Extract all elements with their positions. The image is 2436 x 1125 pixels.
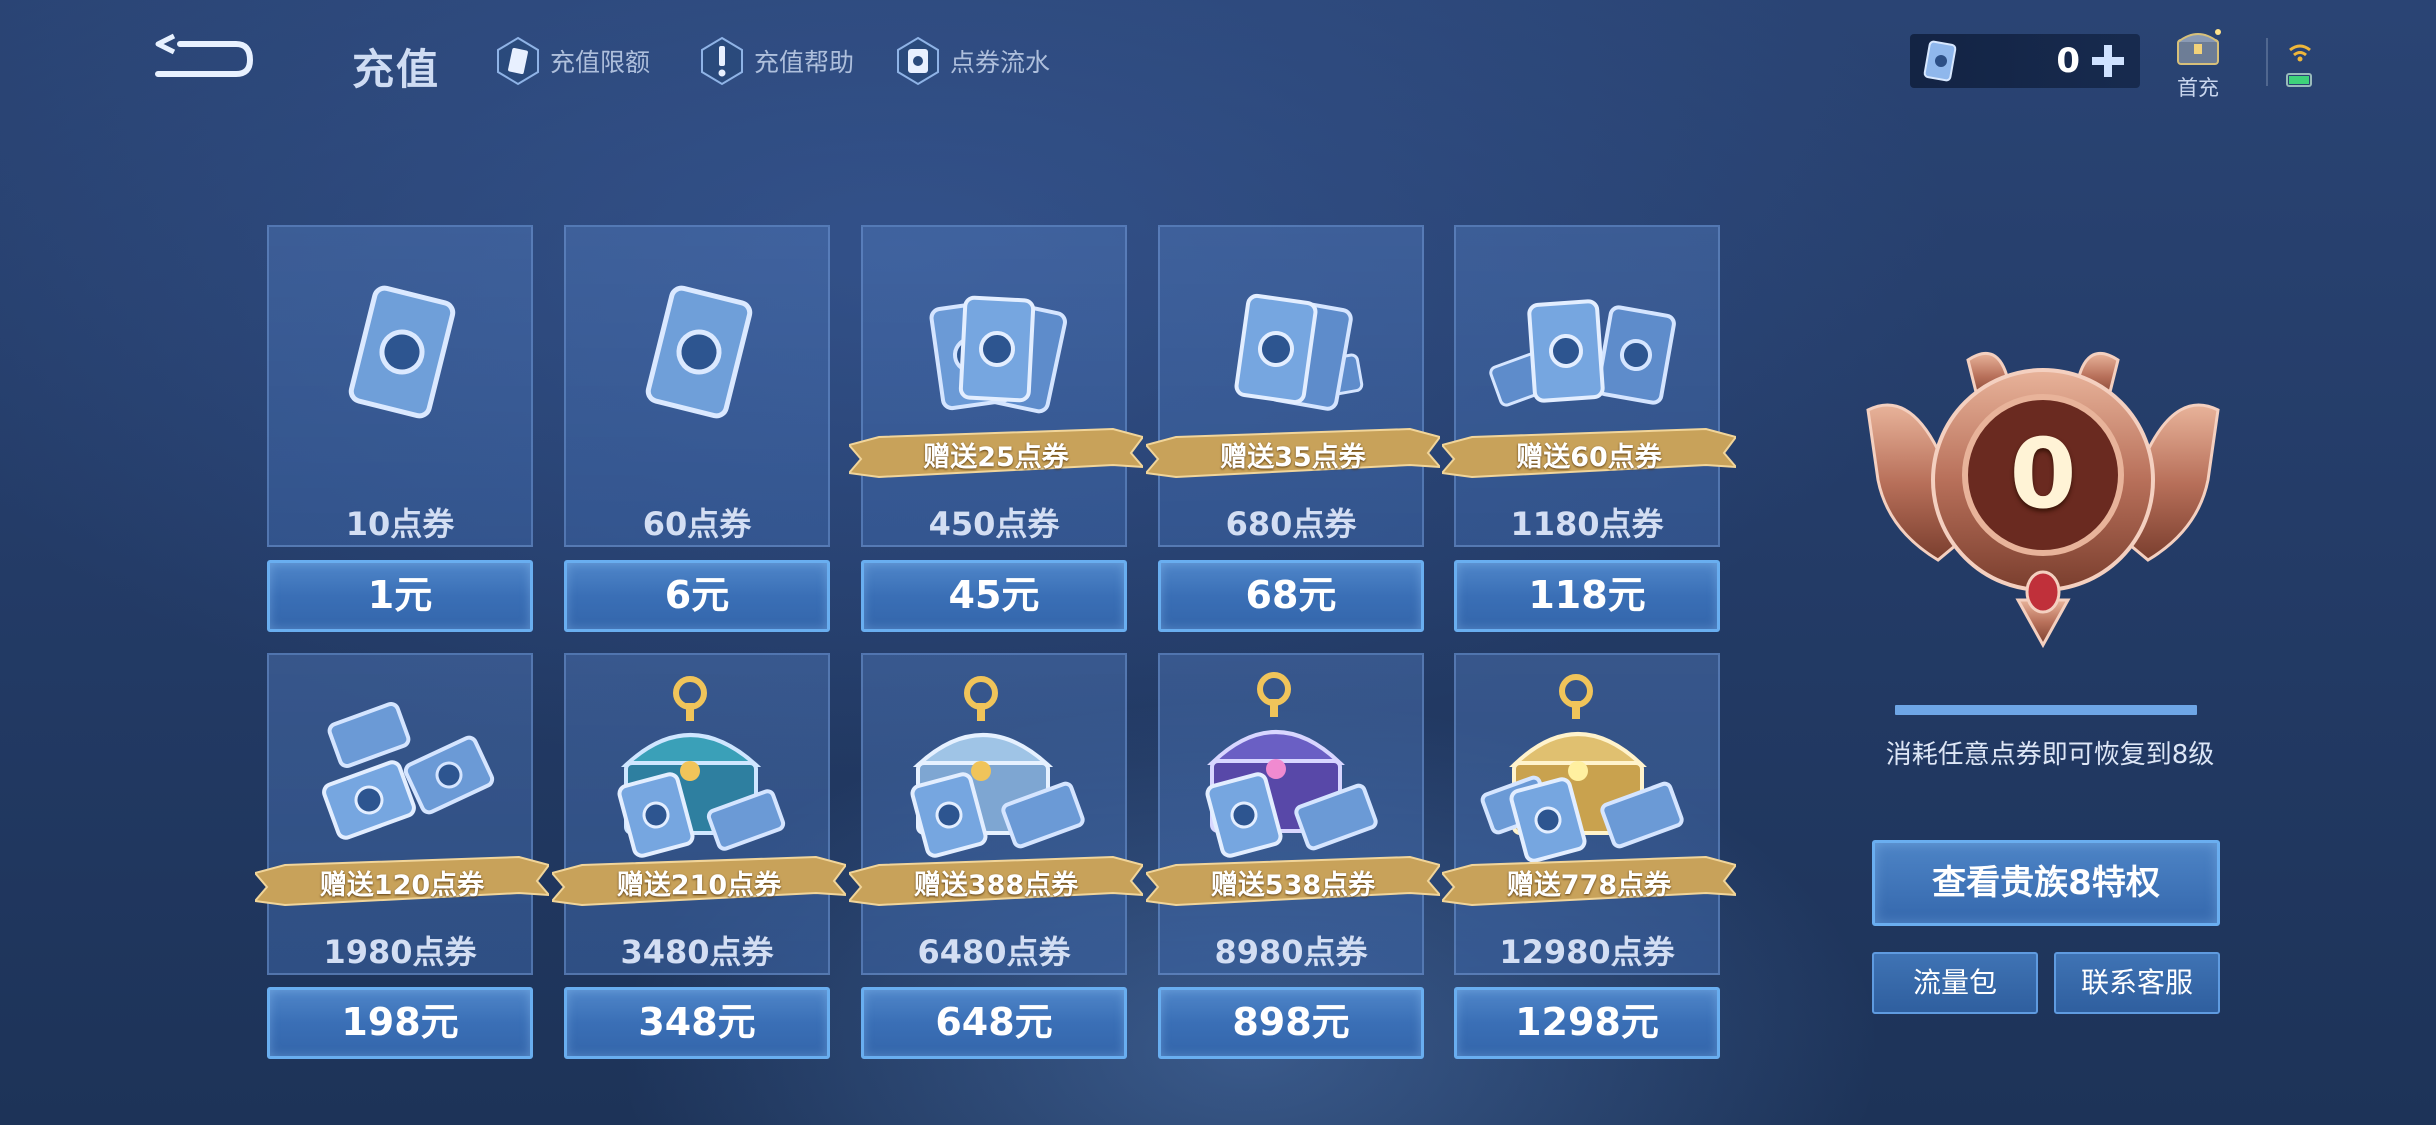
balance-value: 0 — [2056, 41, 2080, 81]
view-noble-privileges-button[interactable]: 查看贵族8特权 — [1872, 840, 2220, 926]
back-arrow-icon — [155, 33, 254, 77]
coupon-amount: 1180点券 — [1510, 505, 1664, 543]
contact-support-button[interactable]: 联系客服 — [2054, 952, 2220, 1014]
bonus-text: 赠送120点券 — [319, 870, 485, 901]
coupon-history-link[interactable]: 点券流水 — [896, 36, 1050, 86]
bonus-ribbon: 赠送210点券 — [550, 851, 849, 911]
price-button[interactable]: 198元 — [267, 987, 533, 1059]
price-button[interactable]: 6元 — [564, 560, 830, 632]
noble-hint-text: 消耗任意点券即可恢复到8级 — [1885, 740, 2215, 770]
bonus-ribbon: 赠送388点券 — [847, 851, 1146, 911]
page-title: 充值 — [352, 45, 441, 94]
price-button[interactable]: 68元 — [1158, 560, 1424, 632]
product-card[interactable]: 赠送388点券 6480点券 — [847, 653, 1146, 975]
progress-bar — [1895, 705, 2197, 715]
coupon-amount: 12980点券 — [1499, 933, 1675, 971]
product-card[interactable]: 赠送35点券 680点券 — [1144, 225, 1443, 547]
price-button[interactable]: 45元 — [861, 560, 1127, 632]
divider — [2266, 38, 2268, 86]
recharge-help-link[interactable]: 充值帮助 — [700, 36, 854, 86]
recharge-help-label: 充值帮助 — [754, 48, 855, 77]
wifi-battery-icon — [2286, 44, 2312, 87]
bonus-text: 赠送25点券 — [923, 442, 1069, 473]
price-button[interactable]: 1298元 — [1454, 987, 1720, 1059]
coupon-amount: 60点券 — [642, 505, 752, 543]
price-button[interactable]: 118元 — [1454, 560, 1720, 632]
product-card[interactable]: 赠送60点券 1180点券 — [1440, 225, 1739, 547]
chest-icon — [2177, 29, 2221, 65]
coupon-amount: 3480点券 — [620, 933, 774, 971]
product-card[interactable]: 60点券 — [564, 225, 830, 547]
single-coupon-card-icon — [645, 285, 753, 419]
back-button[interactable] — [150, 30, 260, 90]
price-button[interactable]: 648元 — [861, 987, 1127, 1059]
single-coupon-card-icon — [348, 285, 456, 419]
first-charge-button[interactable]: 首充 — [2168, 26, 2228, 102]
first-charge-label: 首充 — [2177, 76, 2219, 100]
product-card[interactable]: 赠送210点券 3480点券 — [550, 653, 849, 975]
product-card[interactable]: 赠送120点券 1980点券 — [253, 653, 552, 975]
noble-level-badge: 0 — [1848, 330, 2238, 660]
bonus-text: 赠送60点券 — [1516, 442, 1662, 473]
bonus-text: 赠送388点券 — [913, 870, 1079, 901]
coupon-amount: 6480点券 — [917, 933, 1071, 971]
bonus-text: 赠送35点券 — [1220, 442, 1366, 473]
coupon-icon — [897, 36, 939, 86]
coupon-amount: 8980点券 — [1214, 933, 1368, 971]
bonus-text: 赠送538点券 — [1210, 870, 1376, 901]
noble-level-value: 0 — [2009, 418, 2077, 530]
recharge-limit-link[interactable]: 充值限额 — [496, 36, 650, 86]
coupon-history-label: 点券流水 — [950, 48, 1051, 77]
bonus-ribbon: 赠送25点券 — [847, 423, 1146, 483]
recharge-limit-label: 充值限额 — [550, 48, 651, 77]
exclamation-icon — [701, 36, 743, 86]
bonus-ribbon: 赠送120点券 — [253, 851, 552, 911]
coupon-amount: 10点券 — [345, 505, 455, 543]
bonus-ribbon: 赠送60点券 — [1440, 423, 1739, 483]
coupon-balance: 0 — [1910, 34, 2140, 88]
coupon-icon — [1923, 40, 1957, 82]
status-indicators — [2282, 36, 2318, 92]
product-card[interactable]: 赠送538点券 8980点券 — [1144, 653, 1443, 975]
coupon-amount: 680点券 — [1225, 505, 1357, 543]
product-card[interactable]: 赠送778点券 12980点券 — [1440, 653, 1739, 975]
coupon-amount: 1980点券 — [323, 933, 477, 971]
data-pack-button[interactable]: 流量包 — [1872, 952, 2038, 1014]
price-button[interactable]: 898元 — [1158, 987, 1424, 1059]
product-card[interactable]: 10点券 — [267, 225, 533, 547]
price-button[interactable]: 348元 — [564, 987, 830, 1059]
bonus-ribbon: 赠送35点券 — [1144, 423, 1443, 483]
coupon-amount: 450点券 — [928, 505, 1060, 543]
card-icon — [497, 36, 539, 86]
product-card[interactable]: 赠送25点券 450点券 — [847, 225, 1146, 547]
bonus-ribbon: 赠送538点券 — [1144, 851, 1443, 911]
bonus-text: 赠送778点券 — [1506, 870, 1672, 901]
bonus-ribbon: 赠送778点券 — [1440, 851, 1739, 911]
price-button[interactable]: 1元 — [267, 560, 533, 632]
bonus-text: 赠送210点券 — [616, 870, 782, 901]
add-balance-icon[interactable] — [2088, 41, 2128, 81]
